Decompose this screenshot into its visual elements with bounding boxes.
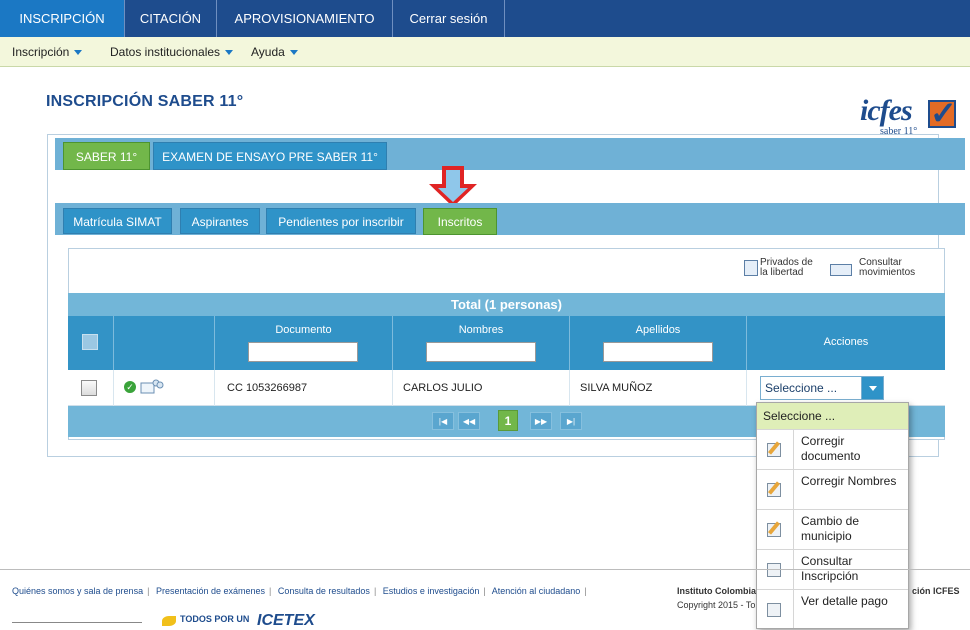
nombres-filter-input[interactable] [426,342,536,362]
logout-tab[interactable]: Cerrar sesión [393,0,505,37]
apellidos-filter-input[interactable] [603,342,713,362]
menu-datos-institucionales[interactable]: Datos institucionales [110,37,234,67]
chevron-down-icon [289,50,298,56]
header-nombres: Nombres [393,316,570,370]
first-page-button[interactable]: |◀ [432,412,454,430]
header-label: Apellidos [635,324,681,336]
cell-acciones: Seleccione ... [747,370,945,406]
tab-aspirantes[interactable]: Aspirantes [180,208,260,234]
documento-filter-input[interactable] [248,342,358,362]
header-label: Nombres [458,324,504,336]
footer-link-presentacion[interactable]: Presentación de exámenes [156,586,265,596]
privados-label: Privados de la libertad [760,257,813,278]
option-cambio-municipio[interactable]: Cambio de municipio [757,509,908,550]
chevron-down-icon[interactable] [861,377,883,399]
footer-link-quienes-somos[interactable]: Quiénes somos y sala de prensa [12,586,143,596]
logo-word: icfes [860,94,913,127]
edit-document-icon [767,443,781,457]
actions-select[interactable]: Seleccione ... [760,376,884,400]
chevron-down-icon [225,50,234,56]
check-icon: ✓ [930,95,957,131]
tab-inscripcion[interactable]: INSCRIPCIÓN [0,0,125,37]
consultar-label: Consultar movimientos [859,257,916,278]
header-select-cell [68,316,114,370]
flame-icon [162,616,176,626]
row-checkbox[interactable] [81,380,97,396]
check-circle-icon: ✓ [124,381,136,393]
last-page-button[interactable]: ▶| [560,412,582,430]
select-all-checkbox[interactable] [82,334,98,350]
option-label: Ver detalle pago [801,594,888,608]
menu-ayuda[interactable]: Ayuda [251,37,298,67]
logo-line [12,622,142,623]
actions-dropdown: Seleccione ... Corregir documento Correg… [756,402,909,629]
cell-apellidos: SILVA MUÑOZ [570,370,747,406]
select-value: Seleccione ... [765,381,838,395]
menu-label: Datos institucionales [110,45,221,59]
logo-icetex: ICETEX [257,612,315,629]
option-ver-detalle-pago[interactable]: Ver detalle pago [757,589,908,628]
tab-saber-11[interactable]: SABER 11° [63,142,150,170]
tab-pendientes[interactable]: Pendientes por inscribir [266,208,416,234]
logo-todos-por-un: TODOS POR UN [180,614,250,624]
top-nav: INSCRIPCIÓN CITACIÓN APROVISIONAMIENTO C… [0,0,970,37]
footer-divider [0,569,970,570]
table-total: Total (1 personas) [68,293,945,316]
footer-link-estudios[interactable]: Estudios e investigación [383,586,480,596]
table-row: ✓ CC 1053266987 CARLOS JULIO SILVA MUÑOZ… [68,370,945,406]
header-status-cell [114,316,215,370]
users-icon[interactable] [140,378,164,394]
option-label: Corregir Nombres [801,474,897,488]
row-select-cell [68,370,114,406]
footer-logos: TODOS POR UN ICETEX [12,612,362,629]
next-page-button[interactable]: ▶▶ [530,412,552,430]
footer-copyright: Copyright 2015 - To [677,600,756,610]
row-status-cell: ✓ [114,370,215,406]
tab-examen-ensayo[interactable]: EXAMEN DE ENSAYO PRE SABER 11° [153,142,387,170]
footer-institute: Instituto Colombia [677,586,756,596]
privados-link[interactable]: Privados de la libertad [744,258,824,280]
header-apellidos: Apellidos [570,316,747,370]
option-corregir-documento[interactable]: Corregir documento [757,429,908,470]
header-documento: Documento [215,316,393,370]
option-label: Cambio de municipio [801,514,860,543]
sub-nav: Inscripción Datos institucionales Ayuda [0,37,970,67]
footer-right-text: ción ICFES [912,586,960,596]
option-corregir-nombres[interactable]: Corregir Nombres [757,469,908,510]
prison-icon [744,260,758,276]
option-label: Corregir documento [801,434,861,463]
edit-names-icon [767,483,781,497]
footer-links: Quiénes somos y sala de prensa | Presenta… [12,586,587,596]
table-header: Documento Nombres Apellidos Acciones [68,316,945,370]
page-1-button[interactable]: 1 [498,410,518,431]
footer-link-resultados[interactable]: Consulta de resultados [278,586,370,596]
menu-label: Ayuda [251,45,285,59]
tab-inscritos[interactable]: Inscritos [423,208,497,235]
tab-citacion[interactable]: CITACIÓN [125,0,217,37]
movements-icon [830,264,852,276]
menu-inscripcion[interactable]: Inscripción [12,37,83,67]
dropdown-option-placeholder[interactable]: Seleccione ... [757,403,908,429]
menu-label: Inscripción [12,45,70,59]
header-label: Documento [275,324,332,336]
change-municipality-icon [767,523,781,537]
down-arrow-icon [429,166,477,207]
payment-detail-icon [767,603,781,617]
view-registration-icon [767,563,781,577]
consultar-movimientos-link[interactable]: Consultar movimientos [830,258,930,280]
page-title: INSCRIPCIÓN SABER 11° [46,93,244,110]
cell-nombres: CARLOS JULIO [393,370,570,406]
cell-documento: CC 1053266987 [215,370,393,406]
tab-aprovisionamiento[interactable]: APROVISIONAMIENTO [217,0,393,37]
header-acciones: Acciones [747,316,945,370]
prev-page-button[interactable]: ◀◀ [458,412,480,430]
tab-matricula-simat[interactable]: Matrícula SIMAT [63,208,172,234]
footer-link-atencion[interactable]: Atención al ciudadano [492,586,581,596]
header-label: Acciones [823,336,869,348]
chevron-down-icon [74,50,83,56]
